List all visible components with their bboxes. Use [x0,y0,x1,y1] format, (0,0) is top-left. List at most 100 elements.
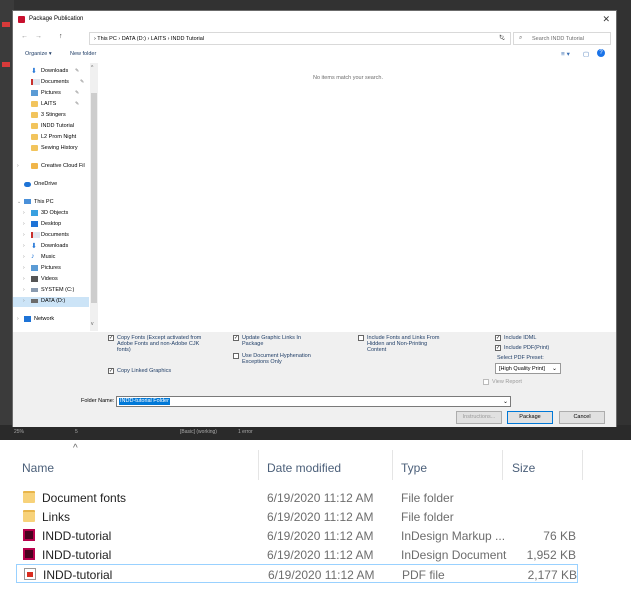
scroll-down-icon[interactable]: v [91,321,94,327]
copy-fonts-checkbox[interactable]: ✓ [108,335,114,341]
file-type: InDesign Markup ... [401,529,506,543]
sidebar-item-laits[interactable]: LAITS ✎ [13,100,89,110]
organize-button[interactable]: Organize ▾ [25,51,52,57]
table-row[interactable]: INDD-tutorial 6/19/2020 11:12 AM InDesig… [16,526,578,545]
column-header-size[interactable]: Size [512,461,535,475]
close-button[interactable]: ✕ [602,14,610,25]
up-button[interactable]: ↑ [59,33,63,40]
table-row[interactable]: INDD-tutorial 6/19/2020 11:12 AM PDF fil… [16,564,578,583]
documents-icon [31,79,40,85]
cancel-button[interactable]: Cancel [559,411,605,424]
column-header-type[interactable]: Type [401,461,427,475]
search-icon: ⌕ [519,35,523,41]
chevron-right-icon: › [23,287,25,293]
pin-icon: ✎ [75,68,80,74]
column-divider[interactable] [392,450,393,480]
table-row[interactable]: INDD-tutorial 6/19/2020 11:12 AM InDesig… [16,545,578,564]
table-row[interactable]: Links 6/19/2020 11:12 AM File folder [16,507,578,526]
folder-name-value: INDD-tutorial Folder [119,398,170,405]
preview-pane-icon[interactable]: ▢ [583,50,589,58]
folder-icon [23,510,35,522]
hyphenation-exceptions-checkbox[interactable] [233,353,239,359]
update-graphic-links-checkbox[interactable]: ✓ [233,335,239,341]
refresh-icon[interactable]: ↻ [499,34,504,41]
include-idml-checkbox[interactable]: ✓ [495,335,501,341]
chevron-right-icon: › [23,221,25,227]
sidebar-item-sewing-history[interactable]: Sewing History [13,144,89,154]
file-date: 6/19/2020 11:12 AM [267,548,374,562]
file-explorer-list: ^ Name Date modified Type Size Document … [0,440,631,601]
breadcrumb[interactable]: › This PC › DATA (D:) › LAITS › INDD Tut… [94,36,204,42]
column-header-date[interactable]: Date modified [267,461,341,475]
pictures-icon [31,90,38,96]
scroll-up-icon[interactable]: ^ [91,65,93,71]
folder-name-field[interactable]: INDD-tutorial Folder ⌄ [116,396,511,407]
nav-scrollbar[interactable]: ^ v [90,63,98,331]
column-divider[interactable] [582,450,583,480]
sidebar-item-downloads-pc[interactable]: › ⬇ Downloads [13,242,89,252]
file-type: File folder [401,491,454,505]
sidebar-item-pictures[interactable]: Pictures ✎ [13,89,89,99]
sidebar-item-downloads[interactable]: ⬇ Downloads ✎ [13,67,89,77]
include-hidden-content-checkbox[interactable] [358,335,364,341]
chevron-right-icon: › [23,254,25,260]
search-input[interactable]: ⌕ Search INDD Tutorial [513,32,611,45]
package-button[interactable]: Package [507,411,553,424]
sidebar-item-this-pc[interactable]: ⌄ This PC [13,198,89,208]
forward-button[interactable]: → [35,33,42,40]
search-placeholder: Search INDD Tutorial [532,36,584,42]
sidebar-item-documents[interactable]: Documents ✎ [13,78,89,88]
file-date: 6/19/2020 11:12 AM [267,529,374,543]
sidebar-item-creative-cloud[interactable]: › Creative Cloud Fil [13,162,89,172]
page-number[interactable]: 5 [75,429,78,435]
folder-name-label: Folder Name: [81,398,115,404]
address-bar[interactable]: › This PC › DATA (D:) › LAITS › INDD Tut… [89,32,511,45]
sidebar-item-network[interactable]: › Network [13,315,89,325]
sort-ascending-icon[interactable]: ^ [73,443,78,454]
view-report-checkbox[interactable] [483,379,489,385]
sidebar-item-3d-objects[interactable]: › 3D Objects [13,209,89,219]
sidebar-item-l2-prom-night[interactable]: L2 Prom Night [13,133,89,143]
pictures-icon [31,265,38,271]
sidebar-item-desktop[interactable]: › Desktop [13,220,89,230]
zoom-level[interactable]: 25% [14,429,24,435]
new-folder-button[interactable]: New folder [70,51,96,57]
sidebar-item-pictures-pc[interactable]: › Pictures [13,264,89,274]
sidebar-item-indd-tutorial[interactable]: INDD Tutorial [13,122,89,132]
preflight-errors[interactable]: 1 error [238,429,253,435]
sidebar-item-3-stingers[interactable]: 3 Stingers [13,111,89,121]
sidebar-item-data-d[interactable]: › DATA (D:) [13,297,89,307]
navigation-pane: ⬇ Downloads ✎ Documents ✎ Pictures ✎ LAI… [13,63,98,331]
pdf-preset-select[interactable]: [High Quality Print] ⌄ [495,363,561,374]
sidebar-item-onedrive[interactable]: OneDrive [13,180,89,190]
chevron-right-icon: › [23,210,25,216]
table-row[interactable]: Document fonts 6/19/2020 11:12 AM File f… [16,488,578,507]
computer-icon [24,199,31,204]
folder-icon [31,145,38,151]
column-header-name[interactable]: Name [22,461,54,475]
drive-icon [31,299,38,303]
package-publication-dialog: Package Publication ✕ ← → ↑ › This PC › … [12,10,617,427]
back-button[interactable]: ← [21,33,28,40]
file-size: 2,177 KB [527,568,577,582]
working-mode[interactable]: [Basic] (working) [180,429,217,435]
column-divider[interactable] [258,450,259,480]
instructions-button[interactable]: Instructions... [456,411,502,424]
sidebar-item-system-c[interactable]: › SYSTEM (C:) [13,286,89,296]
scroll-thumb[interactable] [91,93,97,303]
dialog-footer: Folder Name: INDD-tutorial Folder ⌄ Inst… [13,394,616,427]
indesign-app-icon [18,16,25,23]
file-name: Links [42,510,71,524]
copy-linked-graphics-checkbox[interactable]: ✓ [108,368,114,374]
chevron-right-icon: › [17,316,19,322]
chevron-down-icon[interactable]: ⌄ [503,398,508,405]
sidebar-item-music[interactable]: › ♪ Music [13,253,89,263]
file-type: InDesign Document [401,548,507,562]
help-icon[interactable]: ? [597,49,605,57]
sidebar-item-documents-pc[interactable]: › Documents [13,231,89,241]
view-options-icon[interactable]: ≡ ▾ [561,50,570,58]
sidebar-item-videos[interactable]: › Videos [13,275,89,285]
folder-icon [31,123,38,129]
column-divider[interactable] [502,450,503,480]
include-pdf-checkbox[interactable]: ✓ [495,345,501,351]
